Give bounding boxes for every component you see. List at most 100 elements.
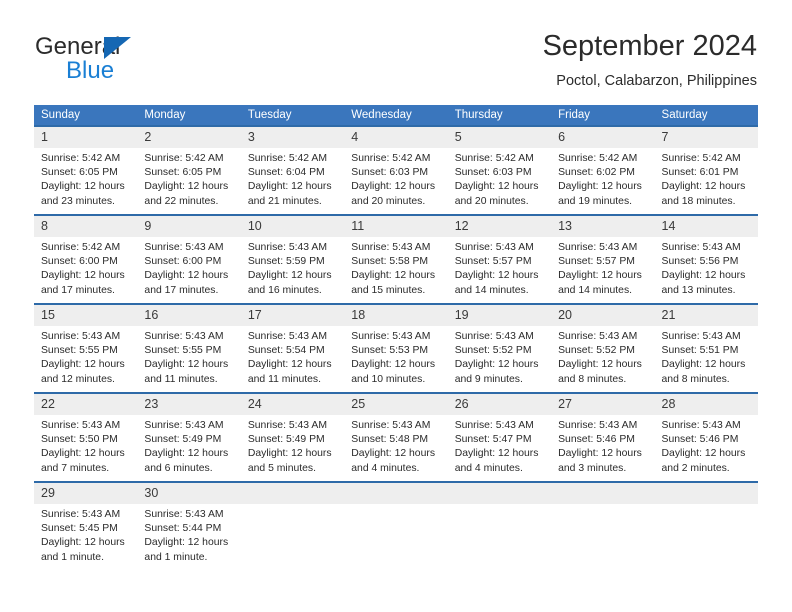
calendar-day-cell[interactable]: 16 Sunrise: 5:43 AM Sunset: 5:55 PM Dayligh… — [137, 303, 241, 393]
sunrise-text: Sunrise: 5:42 AM — [661, 153, 741, 164]
day-details: Sunrise: 5:43 AM Sunset: 5:52 PM Daylight:… — [551, 326, 654, 387]
daylight-text: Daylight: 12 hours — [144, 537, 229, 549]
day-details: Sunrise: 5:42 AM Sunset: 6:03 PM Daylight:… — [448, 148, 551, 209]
calendar-day-cell[interactable]: 21 Sunrise: 5:43 AM Sunset: 5:51 PM Dayligh… — [654, 303, 758, 393]
calendar-day-cell[interactable]: 4 Sunrise: 5:42 AM Sunset: 6:03 PM Daylight… — [344, 125, 448, 215]
daylight-text: and 3 minutes. — [558, 462, 627, 474]
sunrise-text: Sunrise: 5:43 AM — [351, 420, 431, 431]
day-details — [241, 504, 344, 508]
calendar-day-cell[interactable]: 6 Sunrise: 5:42 AM Sunset: 6:02 PM Daylight… — [551, 125, 655, 215]
day-details: Sunrise: 5:43 AM Sunset: 5:51 PM Daylight:… — [655, 326, 758, 387]
sunrise-text: Sunrise: 5:43 AM — [661, 331, 741, 342]
calendar-day-cell[interactable]: 23 Sunrise: 5:43 AM Sunset: 5:49 PM Dayligh… — [137, 392, 241, 482]
day-number: 30 — [137, 483, 241, 504]
daylight-text: Daylight: 12 hours — [351, 359, 436, 371]
day-details: Sunrise: 5:42 AM Sunset: 6:05 PM Daylight:… — [137, 148, 240, 209]
calendar-day-cell-empty — [654, 481, 758, 571]
sunset-text: Sunset: 5:55 PM — [41, 345, 118, 357]
calendar-day-cell[interactable]: 19 Sunrise: 5:43 AM Sunset: 5:52 PM Dayligh… — [447, 303, 552, 393]
calendar-day-cell[interactable]: 25 Sunrise: 5:43 AM Sunset: 5:48 PM Dayligh… — [344, 392, 448, 482]
calendar-day-cell[interactable]: 13 Sunrise: 5:43 AM Sunset: 5:57 PM Dayligh… — [551, 214, 655, 304]
day-details: Sunrise: 5:43 AM Sunset: 5:45 PM Daylight:… — [34, 504, 137, 565]
daylight-text: Daylight: 12 hours — [454, 448, 539, 460]
daylight-text: and 10 minutes. — [351, 373, 426, 385]
day-details: Sunrise: 5:43 AM Sunset: 5:49 PM Daylight:… — [241, 415, 344, 476]
sunrise-text: Sunrise: 5:43 AM — [454, 420, 534, 431]
calendar-day-cell[interactable]: 2 Sunrise: 5:42 AM Sunset: 6:05 PM Daylight… — [137, 125, 241, 215]
calendar-day-cell[interactable]: 22 Sunrise: 5:43 AM Sunset: 5:50 PM Dayligh… — [34, 392, 138, 482]
calendar-day-cell[interactable]: 28 Sunrise: 5:43 AM Sunset: 5:46 PM Dayligh… — [654, 392, 758, 482]
day-details: Sunrise: 5:43 AM Sunset: 6:00 PM Daylight:… — [137, 237, 240, 298]
calendar-day-cell[interactable]: 20 Sunrise: 5:43 AM Sunset: 5:52 PM Dayligh… — [551, 303, 655, 393]
daylight-text: Daylight: 12 hours — [661, 359, 746, 371]
day-number: 15 — [34, 305, 138, 326]
sunset-text: Sunset: 5:49 PM — [144, 434, 222, 446]
day-number: 21 — [654, 305, 758, 326]
general-blue-logo: General Blue — [35, 34, 275, 94]
daylight-text: Daylight: 12 hours — [247, 448, 332, 460]
day-number: 6 — [551, 127, 655, 148]
daylight-text: Daylight: 12 hours — [247, 270, 332, 282]
calendar-day-cell[interactable]: 10 Sunrise: 5:43 AM Sunset: 5:59 PM Dayligh… — [240, 214, 345, 304]
calendar-day-cell[interactable]: 18 Sunrise: 5:43 AM Sunset: 5:53 PM Dayligh… — [344, 303, 448, 393]
calendar-day-cell[interactable]: 12 Sunrise: 5:43 AM Sunset: 5:57 PM Dayligh… — [447, 214, 552, 304]
calendar-day-cell[interactable]: 8 Sunrise: 5:42 AM Sunset: 6:00 PM Daylight… — [34, 214, 138, 304]
sunset-text: Sunset: 6:03 PM — [454, 167, 532, 179]
calendar-day-cell[interactable]: 14 Sunrise: 5:43 AM Sunset: 5:56 PM Dayligh… — [654, 214, 758, 304]
daylight-text: Daylight: 12 hours — [661, 181, 746, 193]
day-details: Sunrise: 5:42 AM Sunset: 6:05 PM Daylight:… — [34, 148, 137, 209]
calendar-day-cell-empty — [447, 481, 552, 571]
daylight-text: and 20 minutes. — [454, 195, 529, 207]
day-number: 2 — [137, 127, 241, 148]
sunset-text: Sunset: 5:57 PM — [454, 256, 532, 268]
day-number: 11 — [344, 216, 448, 237]
sunrise-text: Sunrise: 5:43 AM — [661, 420, 741, 431]
sunrise-text: Sunrise: 5:43 AM — [454, 331, 534, 342]
daylight-text: Daylight: 12 hours — [41, 537, 125, 549]
day-number: 8 — [34, 216, 138, 237]
sunset-text: Sunset: 5:56 PM — [661, 256, 739, 268]
weekday-header-tuesday: Tuesday — [240, 105, 345, 126]
calendar-day-cell[interactable]: 17 Sunrise: 5:43 AM Sunset: 5:54 PM Dayligh… — [240, 303, 345, 393]
day-number — [240, 483, 345, 504]
day-details — [344, 504, 447, 508]
sunset-text: Sunset: 6:05 PM — [41, 167, 118, 179]
day-details — [655, 504, 758, 508]
calendar-body: 1 Sunrise: 5:42 AM Sunset: 6:05 PM Daylight… — [34, 125, 758, 571]
page-title: September 2024 — [542, 30, 757, 62]
daylight-text: and 2 minutes. — [661, 462, 730, 474]
calendar-week-row: 8 Sunrise: 5:42 AM Sunset: 6:00 PM Daylight… — [34, 214, 758, 304]
day-details: Sunrise: 5:42 AM Sunset: 6:03 PM Daylight:… — [344, 148, 447, 209]
day-details — [448, 504, 551, 508]
sunset-text: Sunset: 5:49 PM — [247, 434, 325, 446]
daylight-text: and 4 minutes. — [454, 462, 523, 474]
calendar-day-cell[interactable]: 5 Sunrise: 5:42 AM Sunset: 6:03 PM Daylight… — [447, 125, 552, 215]
calendar-day-cell[interactable]: 30 Sunrise: 5:43 AM Sunset: 5:44 PM Dayligh… — [137, 481, 241, 571]
sunset-text: Sunset: 5:44 PM — [144, 523, 222, 535]
daylight-text: and 13 minutes. — [661, 284, 736, 296]
day-details: Sunrise: 5:43 AM Sunset: 5:57 PM Daylight:… — [448, 237, 551, 298]
daylight-text: Daylight: 12 hours — [454, 359, 539, 371]
calendar-day-cell[interactable]: 9 Sunrise: 5:43 AM Sunset: 6:00 PM Daylight… — [137, 214, 241, 304]
sunset-text: Sunset: 5:50 PM — [41, 434, 118, 446]
calendar-day-cell[interactable]: 27 Sunrise: 5:43 AM Sunset: 5:46 PM Dayligh… — [551, 392, 655, 482]
calendar-day-cell[interactable]: 7 Sunrise: 5:42 AM Sunset: 6:01 PM Daylight… — [654, 125, 758, 215]
day-details: Sunrise: 5:42 AM Sunset: 6:04 PM Daylight:… — [241, 148, 344, 209]
sunset-text: Sunset: 6:05 PM — [144, 167, 222, 179]
calendar-day-cell[interactable]: 3 Sunrise: 5:42 AM Sunset: 6:04 PM Daylight… — [240, 125, 345, 215]
day-number: 29 — [34, 483, 138, 504]
calendar-day-cell[interactable]: 26 Sunrise: 5:43 AM Sunset: 5:47 PM Dayligh… — [447, 392, 552, 482]
calendar-day-cell[interactable]: 29 Sunrise: 5:43 AM Sunset: 5:45 PM Dayligh… — [34, 481, 138, 571]
sunset-text: Sunset: 6:02 PM — [558, 167, 635, 179]
calendar-day-cell[interactable]: 11 Sunrise: 5:43 AM Sunset: 5:58 PM Dayligh… — [344, 214, 448, 304]
day-number: 22 — [34, 394, 138, 415]
calendar-day-cell-empty — [240, 481, 345, 571]
calendar-day-cell[interactable]: 15 Sunrise: 5:43 AM Sunset: 5:55 PM Dayligh… — [34, 303, 138, 393]
sunset-text: Sunset: 6:03 PM — [351, 167, 429, 179]
sunrise-text: Sunrise: 5:42 AM — [454, 153, 534, 164]
logo-text-blue: Blue — [66, 57, 115, 84]
daylight-text: and 8 minutes. — [558, 373, 627, 385]
daylight-text: and 20 minutes. — [351, 195, 426, 207]
calendar-day-cell[interactable]: 1 Sunrise: 5:42 AM Sunset: 6:05 PM Daylight… — [34, 125, 138, 215]
calendar-day-cell[interactable]: 24 Sunrise: 5:43 AM Sunset: 5:49 PM Dayligh… — [240, 392, 345, 482]
